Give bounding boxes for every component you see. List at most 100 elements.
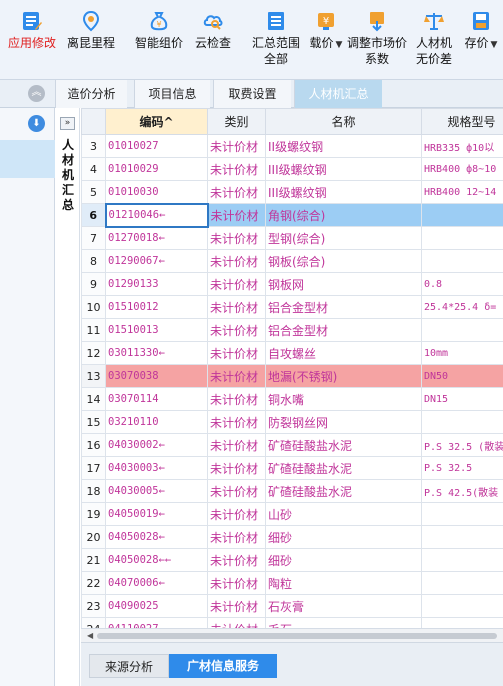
tab-fee-settings[interactable]: 取费设置	[213, 80, 291, 108]
name-cell[interactable]: III级螺纹钢	[265, 157, 422, 181]
scroll-left-icon[interactable]: ◀	[87, 631, 93, 640]
name-cell[interactable]: 钢板网	[265, 272, 422, 296]
code-cell[interactable]: 03011330←	[105, 341, 208, 365]
row-number-cell[interactable]: 19	[81, 502, 106, 526]
code-cell[interactable]: 04030005←	[105, 479, 208, 503]
category-cell[interactable]: 未计价材	[207, 295, 266, 319]
table-row[interactable]: 9 01290133 未计价材 钢板网 0.8	[81, 272, 503, 296]
code-cell[interactable]: 04030003←	[105, 456, 208, 480]
table-row[interactable]: 10 01510012 未计价材 铝合金型材 25.4*25.4 δ=	[81, 295, 503, 319]
download-icon[interactable]: ⬇	[28, 115, 45, 132]
code-column-header[interactable]: 编码^	[105, 108, 208, 135]
side-tab-label[interactable]: 人材机汇总	[59, 138, 77, 213]
category-cell[interactable]: 未计价材	[207, 134, 266, 158]
name-cell[interactable]: 陶粒	[265, 571, 422, 595]
code-cell[interactable]: 04050019←	[105, 502, 208, 526]
row-number-cell[interactable]: 5	[81, 180, 106, 204]
row-number-cell[interactable]: 24	[81, 617, 106, 628]
category-cell[interactable]: 未计价材	[207, 318, 266, 342]
apply-modify-button[interactable]: 应用修改	[6, 10, 58, 51]
code-cell[interactable]: 03070038	[105, 364, 208, 388]
name-cell[interactable]: 山砂	[265, 502, 422, 526]
code-cell[interactable]: 04090025	[105, 594, 208, 618]
spec-cell[interactable]	[421, 594, 503, 618]
spec-cell[interactable]: 0.8	[421, 272, 503, 296]
row-number-cell[interactable]: 14	[81, 387, 106, 411]
row-number-cell[interactable]: 9	[81, 272, 106, 296]
row-number-cell[interactable]: 4	[81, 157, 106, 181]
left-panel-selected-item[interactable]	[0, 140, 55, 178]
code-cell[interactable]: 03070114	[105, 387, 208, 411]
spec-cell[interactable]: 25.4*25.4 δ=	[421, 295, 503, 319]
category-cell[interactable]: 未计价材	[207, 594, 266, 618]
name-cell[interactable]: 钢板(综合)	[265, 249, 422, 273]
name-cell[interactable]: 角钢(综合)	[265, 203, 422, 227]
name-cell[interactable]: 矿碴硅酸盐水泥	[265, 479, 422, 503]
name-cell[interactable]: 矿碴硅酸盐水泥	[265, 456, 422, 480]
table-row[interactable]: 22 04070006← 未计价材 陶粒	[81, 571, 503, 595]
name-column-header[interactable]: 名称	[265, 108, 422, 135]
row-number-cell[interactable]: 11	[81, 318, 106, 342]
row-number-cell[interactable]: 22	[81, 571, 106, 595]
spec-cell[interactable]	[421, 410, 503, 434]
scrollbar-thumb[interactable]	[97, 633, 497, 639]
expand-panel-icon[interactable]: »	[60, 117, 75, 130]
category-cell[interactable]: 未计价材	[207, 571, 266, 595]
spec-cell[interactable]	[421, 203, 503, 227]
category-cell[interactable]: 未计价材	[207, 479, 266, 503]
tab-material-info-service[interactable]: 广材信息服务	[169, 654, 277, 678]
load-price-button[interactable]: ¥ 载价 ▼	[309, 10, 343, 53]
table-row[interactable]: 20 04050028← 未计价材 细砂	[81, 525, 503, 549]
table-row[interactable]: 17 04030003← 未计价材 矿碴硅酸盐水泥 P.S 32.5	[81, 456, 503, 480]
category-cell[interactable]: 未计价材	[207, 456, 266, 480]
category-cell[interactable]: 未计价材	[207, 364, 266, 388]
name-cell[interactable]: 石灰膏	[265, 594, 422, 618]
table-row[interactable]: 23 04090025 未计价材 石灰膏	[81, 594, 503, 618]
spec-cell[interactable]	[421, 571, 503, 595]
spec-cell[interactable]	[421, 249, 503, 273]
spec-cell[interactable]: P.S 32.5 (散装	[421, 433, 503, 457]
category-cell[interactable]: 未计价材	[207, 617, 266, 628]
spec-cell[interactable]	[421, 502, 503, 526]
spec-cell[interactable]: HRB400 ф8~10	[421, 157, 503, 181]
code-cell[interactable]: 01010030	[105, 180, 208, 204]
table-row[interactable]: 21 04050028←← 未计价材 细砂	[81, 548, 503, 572]
row-number-cell[interactable]: 18	[81, 479, 106, 503]
distance-button[interactable]: 离昆里程	[63, 10, 119, 51]
category-cell[interactable]: 未计价材	[207, 410, 266, 434]
table-row[interactable]: 15 03210110 未计价材 防裂钢丝网	[81, 410, 503, 434]
code-cell[interactable]: 04110027	[105, 617, 208, 628]
row-number-cell[interactable]: 21	[81, 548, 106, 572]
spec-cell[interactable]	[421, 548, 503, 572]
row-number-header[interactable]	[81, 108, 106, 135]
tab-cost-analysis[interactable]: 造价分析	[55, 80, 127, 108]
spec-cell[interactable]	[421, 226, 503, 250]
spec-cell[interactable]	[421, 318, 503, 342]
code-cell[interactable]: 04070006←	[105, 571, 208, 595]
spec-cell[interactable]: HRB335 ф10以	[421, 134, 503, 158]
no-price-diff-button[interactable]: 人材机 无价差	[413, 10, 455, 67]
name-cell[interactable]: 铝合金型材	[265, 295, 422, 319]
row-number-cell[interactable]: 8	[81, 249, 106, 273]
category-cell[interactable]: 未计价材	[207, 226, 266, 250]
name-cell[interactable]: 细砂	[265, 525, 422, 549]
table-row[interactable]: 12 03011330← 未计价材 自攻螺丝 10mm	[81, 341, 503, 365]
adjust-market-price-button[interactable]: 调整市场价 系数	[345, 10, 409, 67]
collapse-up-icon[interactable]: ︽	[28, 85, 45, 102]
save-price-button[interactable]: 存价 ▼	[461, 10, 501, 53]
category-cell[interactable]: 未计价材	[207, 272, 266, 296]
name-cell[interactable]: II级螺纹钢	[265, 134, 422, 158]
code-cell[interactable]: 01210046←	[104, 202, 209, 228]
code-cell[interactable]: 01290133	[105, 272, 208, 296]
row-number-cell[interactable]: 7	[81, 226, 106, 250]
row-number-cell[interactable]: 15	[81, 410, 106, 434]
spec-cell[interactable]: DN15	[421, 387, 503, 411]
table-row[interactable]: 7 01270018← 未计价材 型钢(综合)	[81, 226, 503, 250]
table-row[interactable]: 13 03070038 未计价材 地漏(不锈钢) DN50	[81, 364, 503, 388]
spec-cell[interactable]: P.S 32.5	[421, 456, 503, 480]
row-number-cell[interactable]: 23	[81, 594, 106, 618]
table-row[interactable]: 3 01010027 未计价材 II级螺纹钢 HRB335 ф10以	[81, 134, 503, 158]
code-cell[interactable]: 01270018←	[105, 226, 208, 250]
row-number-cell[interactable]: 12	[81, 341, 106, 365]
tab-source-analysis[interactable]: 来源分析	[89, 654, 169, 678]
